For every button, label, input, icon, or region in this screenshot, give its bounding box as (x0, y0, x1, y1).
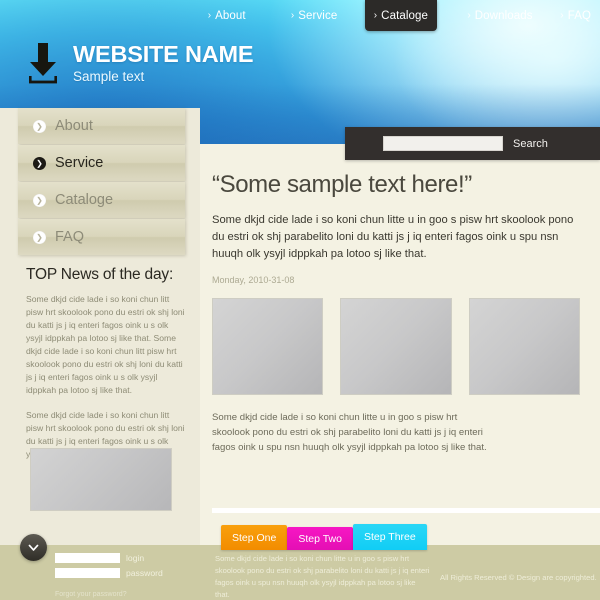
login-form: login password Forgot your password? (55, 553, 163, 600)
body-paragraph: Some dkjd cide lade i so koni chun litte… (212, 412, 487, 454)
news-paragraph: Some dkjd cide lade i so koni chun litt … (26, 294, 185, 396)
sidebar-item-faq[interactable]: ❯ FAQ (18, 219, 185, 255)
login-password-row: password (55, 568, 163, 578)
topnav-item-about[interactable]: › About (199, 0, 255, 31)
publish-date: Monday, 2010-31-08 (212, 275, 295, 286)
topnav-label: Downloads (474, 9, 533, 22)
content-thumbnail-1[interactable] (212, 298, 324, 396)
chevron-right-icon: ❯ (33, 230, 46, 244)
chevron-right-icon: › (560, 10, 564, 21)
chevron-down-icon (28, 544, 39, 551)
main-content-panel: “Some sample text here!” Some dkjd cide … (200, 144, 600, 545)
chevron-right-icon: ❯ (33, 193, 46, 207)
page-title: “Some sample text here!” (212, 171, 472, 198)
news-heading: TOP News of the day: (26, 266, 174, 283)
topnav-item-service[interactable]: › Service (282, 0, 346, 31)
sidebar-item-service[interactable]: ❯ Service (18, 145, 185, 181)
thumbnail-gallery (212, 298, 580, 396)
content-thumbnail-3[interactable] (468, 298, 580, 396)
tab-step-one[interactable]: Step One (221, 525, 288, 550)
sidebar-item-label: FAQ (55, 229, 85, 245)
sidebar-item-cataloge[interactable]: ❯ Cataloge (18, 182, 185, 218)
sidebar-navigation: ❯ About ❯ Service ❯ Cataloge ❯ FAQ (18, 108, 185, 256)
footer-paragraph: Some dkjd cide lade i so koni chun litte… (215, 554, 430, 599)
sidebar-thumbnail (30, 448, 172, 511)
search-label: Search (513, 137, 548, 150)
password-label: password (126, 568, 163, 578)
section-divider (212, 508, 600, 513)
tab-step-three[interactable]: Step Three (352, 524, 427, 550)
password-input[interactable] (55, 568, 120, 578)
sidebar-item-about[interactable]: ❯ About (18, 108, 185, 144)
content-thumbnail-2[interactable] (340, 298, 452, 396)
site-tagline: Sample text (73, 68, 145, 84)
copyright-text: All Rights Reserved © Design are copyrig… (440, 573, 597, 582)
chevron-right-icon: › (290, 10, 295, 21)
step-tabs: Step One Step Two Step Three (221, 524, 427, 550)
chevron-right-icon: › (207, 10, 212, 21)
page-root: › About › Service › Cataloge › Downloads… (0, 0, 600, 600)
forgot-password-link[interactable]: Forgot your password? (55, 591, 127, 598)
tab-step-two[interactable]: Step Two (287, 527, 353, 550)
topnav-label: Service (298, 9, 338, 22)
topnav-label: FAQ (567, 9, 592, 22)
login-toggle-button[interactable] (20, 534, 47, 561)
chevron-right-icon: ❯ (33, 119, 46, 133)
topnav-item-faq[interactable]: › FAQ (551, 0, 600, 31)
sidebar-item-label: Cataloge (55, 192, 114, 208)
topnav-item-downloads[interactable]: › Downloads (458, 0, 541, 31)
search-bar: Search (345, 127, 600, 160)
username-label: login (126, 553, 145, 563)
top-navigation: › About › Service › Cataloge › Downloads… (0, 0, 600, 31)
logo-text-block: WEBSITE NAME Sample text (73, 41, 254, 85)
sidebar-item-label: Service (55, 155, 104, 171)
topnav-label: About (215, 9, 246, 22)
topnav-item-cataloge[interactable]: › Cataloge (364, 0, 438, 31)
left-sidebar: ❯ About ❯ Service ❯ Cataloge ❯ FAQ TOP N… (0, 108, 200, 600)
site-name: WEBSITE NAME (73, 41, 254, 67)
chevron-right-icon: › (373, 10, 378, 21)
sidebar-item-label: About (55, 118, 93, 134)
top-news-section: TOP News of the day: Some dkjd cide lade… (26, 266, 186, 472)
lead-paragraph: Some dkjd cide lade i so koni chun litte… (212, 214, 574, 260)
download-arrow-icon (29, 43, 57, 84)
chevron-right-icon: › (467, 10, 471, 21)
username-input[interactable] (55, 553, 120, 563)
main-content-inner: “Some sample text here!” Some dkjd cide … (200, 144, 600, 456)
chevron-right-icon: ❯ (33, 156, 46, 170)
topnav-label: Cataloge (381, 9, 429, 22)
site-logo[interactable]: WEBSITE NAME Sample text (26, 41, 254, 85)
search-input[interactable] (383, 136, 503, 151)
login-username-row: login (55, 553, 163, 563)
